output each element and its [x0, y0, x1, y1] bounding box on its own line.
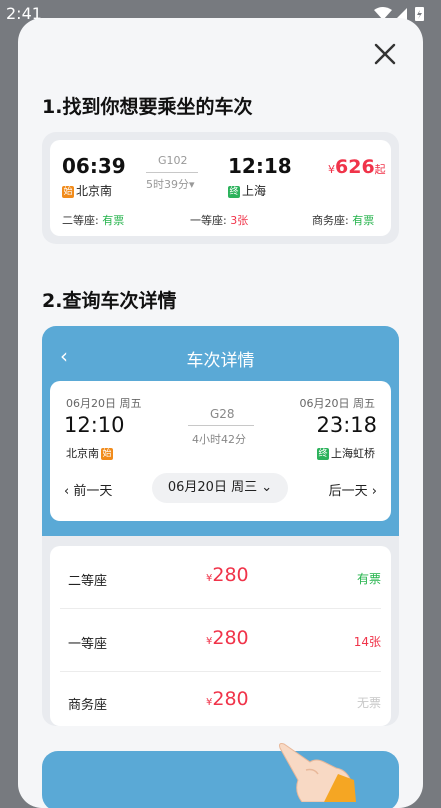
detail-depart-time: 12:10 [64, 413, 125, 437]
price-value: 626 [335, 156, 375, 178]
depart-station-name: 北京南 [76, 184, 113, 198]
seat-price: ¥280 [206, 627, 249, 649]
arrive-date: 06月20日 周五 [299, 397, 376, 410]
detail-preview: ‹ 车次详情 06月20日 周五 06月20日 周五 12:10 23:18 G… [42, 326, 399, 726]
end-tag-icon: 终 [317, 448, 329, 460]
seat-name: 商务座 [68, 698, 108, 713]
next-day-button[interactable]: 后一天 › [329, 480, 377, 499]
pointing-hand-icon [279, 743, 356, 802]
price-value: 280 [212, 564, 249, 586]
detail-arrive-station-name: 上海虹桥 [331, 447, 375, 460]
prev-day-button[interactable]: ‹ 前一天 [64, 480, 112, 499]
next-day-label: 后一天 [328, 484, 368, 499]
price-value: 280 [212, 627, 249, 649]
close-icon[interactable] [371, 40, 399, 68]
detail-depart-station: 北京南始 [66, 445, 115, 461]
seat-price: ¥280 [206, 564, 249, 586]
price-value: 280 [212, 688, 249, 710]
chevron-down-icon: ⌄ [261, 480, 273, 495]
depart-date: 06月20日 周五 [66, 397, 142, 410]
step1-title: 1.找到你想要乘坐的车次 [42, 96, 253, 118]
seat-label: 商务座: [312, 214, 349, 227]
seat-label: 二等座: [62, 214, 99, 227]
seat-value: 有票 [102, 214, 125, 227]
detail-depart-station-name: 北京南 [66, 447, 99, 460]
current-date: 06月20日 周三 [167, 480, 258, 495]
route-line [146, 172, 198, 173]
seat-business: 商务座: 有票 [312, 212, 374, 228]
depart-station: 始北京南 [62, 182, 112, 199]
duration: 5时39分▾ [146, 176, 195, 192]
price-suffix: 起 [374, 163, 386, 176]
seat-availability: 14张 [353, 635, 381, 649]
date-selector[interactable]: 06月20日 周三 ⌄ [152, 473, 288, 503]
prev-day-label: 前一天 [73, 484, 113, 499]
depart-time: 06:39 [62, 154, 126, 178]
detail-train-number: G28 [210, 407, 235, 421]
seat-list: 二等座 ¥280 有票 一等座 ¥280 14张 商务座 ¥280 无票 [50, 546, 391, 726]
arrive-station: 终上海 [228, 182, 266, 199]
seat-availability: 有票 [356, 572, 381, 586]
train-result-inner[interactable]: 06:39 始北京南 G102 5时39分▾ 12:18 终上海 ¥626起 二… [50, 140, 391, 236]
train-number: G102 [158, 154, 188, 167]
start-tag-icon: 始 [62, 185, 74, 198]
start-tag-icon: 始 [101, 448, 113, 460]
seat-value: 有票 [352, 214, 375, 227]
chevron-left-icon: ‹ [64, 484, 70, 499]
trip-card: 06月20日 周五 06月20日 周五 12:10 23:18 G28 4小时4… [50, 381, 391, 521]
train-result-card: 06:39 始北京南 G102 5时39分▾ 12:18 终上海 ¥626起 二… [42, 132, 399, 244]
duration-text: 5时39分 [146, 178, 189, 191]
seat-row[interactable]: 一等座 ¥280 14张 [50, 609, 391, 671]
seat-first: 一等座: 3张 [190, 212, 248, 228]
price: ¥626起 [328, 156, 386, 178]
seat-label: 一等座: [190, 214, 227, 227]
chevron-down-icon: ▾ [189, 178, 195, 191]
end-tag-icon: 终 [228, 185, 240, 198]
seat-name: 二等座 [68, 574, 108, 589]
seat-row[interactable]: 商务座 ¥280 无票 [50, 672, 391, 726]
guide-modal: 1.找到你想要乘坐的车次 06:39 始北京南 G102 5时39分▾ 12:1… [18, 18, 423, 808]
detail-title: 车次详情 [186, 351, 255, 371]
detail-arrive-station: 终上海虹桥 [317, 445, 375, 461]
detail-arrive-time: 23:18 [316, 413, 377, 437]
detail-duration: 4小时42分 [192, 433, 246, 446]
seat-value: 3张 [230, 214, 249, 227]
seat-row[interactable]: 二等座 ¥280 有票 [50, 546, 391, 608]
seat-name: 一等座 [68, 637, 108, 652]
seat-price: ¥280 [206, 688, 249, 710]
chevron-right-icon: › [371, 484, 377, 499]
arrive-station-name: 上海 [242, 184, 267, 198]
price-symbol: ¥ [328, 163, 335, 176]
step2-title: 2.查询车次详情 [42, 290, 177, 312]
seat-availability: 无票 [356, 696, 381, 710]
arrive-time: 12:18 [228, 154, 292, 178]
detail-route-line [188, 425, 254, 426]
seat-second: 二等座: 有票 [62, 212, 124, 228]
